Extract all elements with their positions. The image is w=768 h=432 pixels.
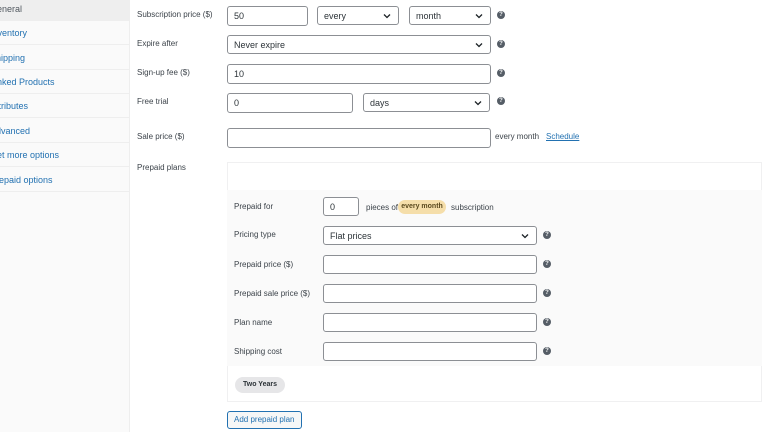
tab-linked-products-label: Linked Products <box>0 77 55 87</box>
prepaid-for-label: Prepaid for <box>234 202 274 211</box>
plan-name-label: Plan name <box>234 318 273 327</box>
tab-linked-products[interactable]: Linked Products <box>0 70 130 94</box>
prepaid-for-value: 0 <box>330 201 336 212</box>
subscription-price-label: Subscription price ($) <box>137 10 213 19</box>
shipping-cost-input[interactable] <box>323 342 537 361</box>
pricing-type-value: Flat prices <box>330 230 372 241</box>
help-icon[interactable]: ? <box>543 260 551 268</box>
help-icon[interactable]: ? <box>497 69 505 77</box>
shipping-cost-label: Shipping cost <box>234 347 283 356</box>
help-icon[interactable]: ? <box>497 11 505 19</box>
tab-general[interactable]: General <box>0 0 130 21</box>
prepaid-for-input[interactable]: 0 <box>323 197 359 216</box>
signup-fee-label: Sign-up fee ($) <box>137 68 190 77</box>
tab-prepaid-options[interactable]: Prepaid options <box>0 168 130 192</box>
help-icon[interactable]: ? <box>543 347 551 355</box>
product-data-tabs: General Inventory Shipping Linked Produc… <box>0 0 130 432</box>
plan-name-input[interactable] <box>323 313 537 332</box>
help-icon[interactable]: ? <box>497 40 505 48</box>
prepaid-sale-price-input[interactable] <box>323 284 537 303</box>
chevron-down-icon <box>474 100 482 105</box>
chevron-down-icon <box>521 233 529 238</box>
help-icon[interactable]: ? <box>543 231 551 239</box>
expire-after-select[interactable]: Never expire <box>227 35 491 54</box>
tab-prepaid-options-label: Prepaid options <box>0 175 53 185</box>
prepaid-price-label: Prepaid price ($) <box>234 260 294 269</box>
chevron-down-icon <box>383 13 391 18</box>
help-icon[interactable]: ? <box>497 97 505 105</box>
pricing-type-select[interactable]: Flat prices <box>323 226 537 245</box>
prepaid-sale-price-label: Prepaid sale price ($) <box>234 289 311 298</box>
tab-get-more-options[interactable]: Get more options <box>0 143 130 167</box>
free-trial-input[interactable]: 0 <box>227 93 353 113</box>
expire-after-value: Never expire <box>234 39 286 50</box>
chevron-down-icon <box>475 42 483 47</box>
tab-shipping[interactable]: Shipping <box>0 46 130 70</box>
sale-price-input[interactable] <box>227 128 491 148</box>
subscription-price-input[interactable]: 50 <box>227 6 308 26</box>
tab-shipping-label: Shipping <box>0 53 26 63</box>
prepaid-price-input[interactable] <box>323 255 537 274</box>
subscription-interval-value: every <box>324 10 347 21</box>
free-trial-value: 0 <box>234 98 240 108</box>
free-trial-period-value: days <box>370 97 390 108</box>
subscription-price-value: 50 <box>234 11 245 21</box>
tab-attributes[interactable]: Attributes <box>0 94 130 118</box>
period-badge: every month <box>398 200 446 214</box>
expire-after-label: Expire after <box>137 39 178 48</box>
sale-price-label: Sale price ($) <box>137 132 185 141</box>
tab-advanced-label: Advanced <box>0 126 31 136</box>
tab-advanced[interactable]: Advanced <box>0 119 130 143</box>
pieces-of-text: pieces of <box>366 203 399 212</box>
subscription-interval-select[interactable]: every <box>317 6 399 25</box>
free-trial-period-select[interactable]: days <box>363 93 490 112</box>
add-prepaid-plan-button[interactable]: Add prepaid plan <box>227 411 302 429</box>
signup-fee-input[interactable]: 10 <box>227 64 491 84</box>
sale-price-suffix: every month <box>495 132 540 141</box>
tab-inventory-label: Inventory <box>0 28 28 38</box>
chevron-down-icon <box>475 13 483 18</box>
subscription-text: subscription <box>451 203 494 212</box>
pricing-type-label: Pricing type <box>234 230 276 239</box>
tab-inventory[interactable]: Inventory <box>0 21 130 45</box>
subscription-period-select[interactable]: month <box>409 6 491 25</box>
help-icon[interactable]: ? <box>543 318 551 326</box>
prepaid-plans-label: Prepaid plans <box>137 163 186 172</box>
schedule-link[interactable]: Schedule <box>546 132 579 141</box>
subscription-period-value: month <box>416 10 442 21</box>
tab-attributes-label: Attributes <box>0 101 29 111</box>
tab-general-label: General <box>0 4 23 14</box>
prepaid-plan-tag[interactable]: Two Years <box>235 377 285 393</box>
signup-fee-value: 10 <box>234 69 245 79</box>
tab-get-more-options-label: Get more options <box>0 150 60 160</box>
free-trial-label: Free trial <box>137 97 169 106</box>
prepaid-plan-editor <box>227 190 762 366</box>
help-icon[interactable]: ? <box>543 289 551 297</box>
